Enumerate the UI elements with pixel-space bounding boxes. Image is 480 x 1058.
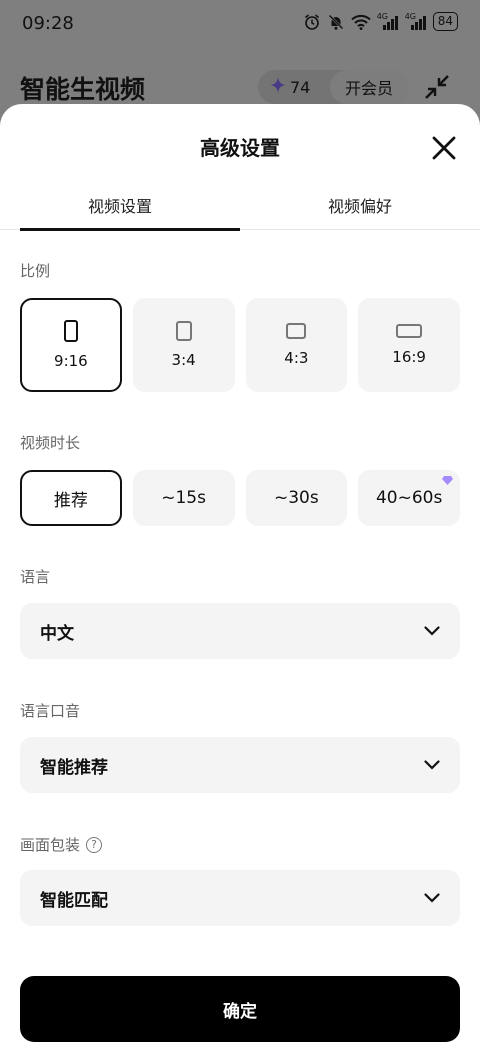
chevron-down-icon: [424, 760, 440, 770]
network-type-1: 4G: [376, 11, 389, 21]
help-icon[interactable]: ?: [86, 836, 103, 853]
settings-tabs: 视频设置 视频偏好: [0, 180, 480, 231]
accent-select[interactable]: 智能推荐: [20, 737, 460, 793]
ratio-option-label: 4:3: [284, 349, 309, 367]
accent-section-label: 语言口音: [20, 702, 81, 720]
ratio-option-label: 9:16: [54, 352, 88, 370]
tall-ratio-icon: [175, 321, 192, 341]
tab-video-settings[interactable]: 视频设置: [0, 180, 240, 231]
premium-gem-icon: [442, 476, 453, 485]
credits-counter: 74: [258, 77, 330, 97]
close-icon: [432, 136, 456, 160]
packaging-select[interactable]: 智能匹配: [20, 870, 460, 926]
confirm-button[interactable]: 确定: [20, 976, 460, 1042]
alarm-icon: [303, 13, 321, 31]
ratio-option-16-9[interactable]: 16:9: [358, 298, 460, 392]
wide-ratio-icon: [286, 323, 307, 339]
accent-value: 智能推荐: [40, 757, 108, 778]
status-time: 09:28: [22, 13, 74, 34]
cell-signal-1-icon: 4G: [376, 11, 399, 30]
duration-option-recommended[interactable]: 推荐: [20, 470, 122, 526]
language-select[interactable]: 中文: [20, 603, 460, 659]
ratio-option-label: 16:9: [392, 348, 426, 366]
advanced-settings-sheet: 高级设置 视频设置 视频偏好 比例 9:16 3:4 4:3 16:9 视频时长…: [0, 104, 480, 1058]
status-icons: 4G 4G 84: [303, 12, 458, 31]
landscape-ratio-icon: [396, 324, 423, 338]
ratio-option-9-16[interactable]: 9:16: [20, 298, 122, 392]
language-value: 中文: [40, 623, 74, 644]
sheet-title: 高级设置: [200, 136, 280, 160]
duration-options: 推荐 ~15s ~30s 40~60s: [20, 470, 460, 526]
duration-option-15s[interactable]: ~15s: [132, 470, 235, 526]
mute-bell-icon: [327, 13, 345, 31]
portrait-ratio-icon: [63, 320, 78, 342]
ratio-option-3-4[interactable]: 3:4: [132, 298, 235, 392]
chevron-down-icon: [424, 893, 440, 903]
credits-count: 74: [290, 77, 311, 97]
sparkle-icon: [270, 77, 286, 97]
packaging-section-label: 画面包装 ?: [20, 834, 103, 855]
duration-option-label: 40~60s: [375, 488, 443, 508]
ratio-option-label: 3:4: [171, 351, 196, 369]
ratio-options: 9:16 3:4 4:3 16:9: [20, 298, 460, 392]
credits-pill: 74 开会员: [258, 70, 408, 104]
collapse-icon: [422, 72, 452, 102]
ratio-option-4-3[interactable]: 4:3: [245, 298, 348, 392]
duration-option-40-60s[interactable]: 40~60s: [358, 470, 460, 526]
status-bar: 09:28 4G 4G 84: [0, 0, 480, 48]
language-section-label: 语言: [20, 568, 51, 586]
battery-indicator: 84: [432, 12, 458, 31]
tab-video-preferences[interactable]: 视频偏好: [240, 180, 480, 230]
close-button[interactable]: [430, 134, 458, 162]
duration-option-30s[interactable]: ~30s: [245, 470, 348, 526]
packaging-value: 智能匹配: [40, 890, 108, 911]
wifi-icon: [351, 14, 371, 30]
cell-signal-2-icon: 4G: [404, 11, 427, 30]
network-type-2: 4G: [404, 11, 417, 21]
packaging-label-text: 画面包装: [20, 836, 81, 854]
ratio-section-label: 比例: [20, 262, 51, 280]
chevron-down-icon: [424, 626, 440, 636]
background-page-title: 智能生视频: [20, 75, 146, 104]
duration-section-label: 视频时长: [20, 434, 81, 452]
member-button: 开会员: [330, 70, 408, 104]
